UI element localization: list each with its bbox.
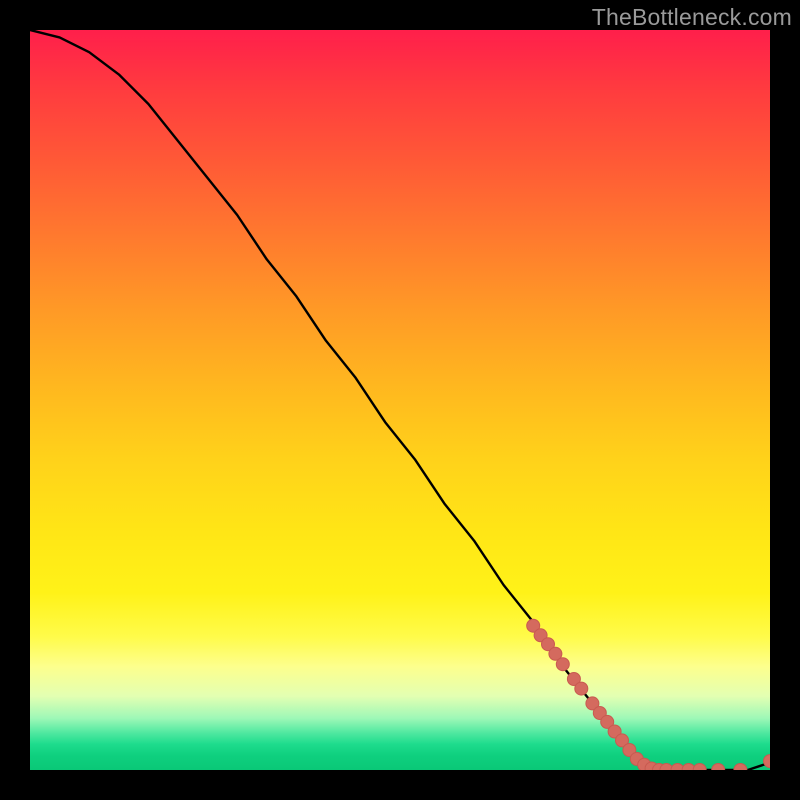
bottleneck-curve	[30, 30, 770, 770]
data-marker	[575, 682, 588, 695]
data-marker	[734, 764, 747, 771]
watermark-text: TheBottleneck.com	[592, 4, 792, 31]
data-marker	[693, 764, 706, 771]
chart-svg	[30, 30, 770, 770]
data-marker	[556, 658, 569, 671]
plot-area	[30, 30, 770, 770]
data-marker	[712, 764, 725, 771]
data-markers	[527, 619, 770, 770]
chart-frame: TheBottleneck.com	[0, 0, 800, 800]
